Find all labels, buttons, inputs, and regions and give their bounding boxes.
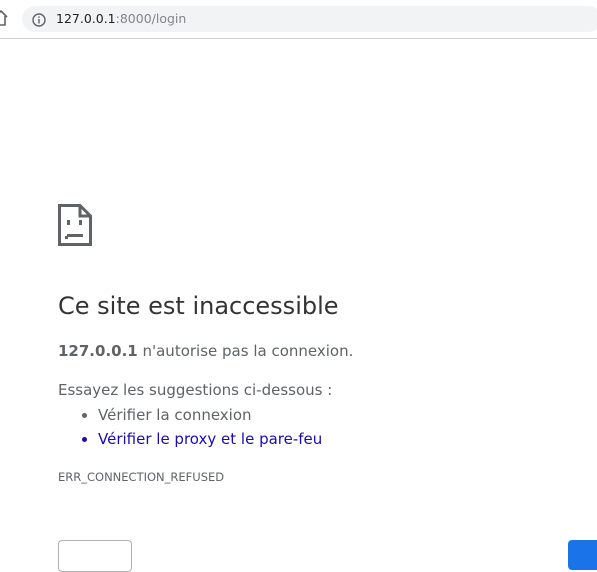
suggestions-heading: Essayez les suggestions ci-dessous : bbox=[58, 381, 333, 399]
home-icon[interactable] bbox=[0, 9, 8, 26]
info-icon[interactable] bbox=[32, 12, 46, 27]
error-summary: 127.0.0.1 n'autorise pas la connexion. bbox=[58, 342, 353, 360]
error-code: ERR_CONNECTION_REFUSED bbox=[58, 470, 225, 484]
error-host: 127.0.0.1 bbox=[58, 342, 138, 360]
error-summary-text: n'autorise pas la connexion. bbox=[137, 342, 354, 360]
url-text[interactable]: 127.0.0.1:8000/login bbox=[56, 12, 186, 26]
url-host: 127.0.0.1 bbox=[56, 11, 116, 26]
suggestion-link-label[interactable]: Vérifier le proxy et le pare-feu bbox=[98, 430, 322, 448]
url-path: :8000/login bbox=[115, 11, 187, 26]
suggestion-check-connection: Vérifier la connexion bbox=[98, 403, 322, 427]
suggestion-check-proxy-link[interactable]: Vérifier le proxy et le pare-feu bbox=[98, 427, 322, 451]
error-title: Ce site est inaccessible bbox=[58, 292, 339, 320]
suggestions-list: Vérifier la connexion Vérifier le proxy … bbox=[58, 403, 322, 451]
details-button[interactable] bbox=[58, 540, 132, 572]
suggestion-label: Vérifier la connexion bbox=[98, 406, 252, 424]
reload-button[interactable] bbox=[568, 540, 597, 570]
sad-page-icon bbox=[58, 204, 92, 246]
browser-toolbar: 127.0.0.1:8000/login bbox=[0, 0, 597, 39]
address-bar[interactable]: 127.0.0.1:8000/login bbox=[22, 6, 597, 32]
